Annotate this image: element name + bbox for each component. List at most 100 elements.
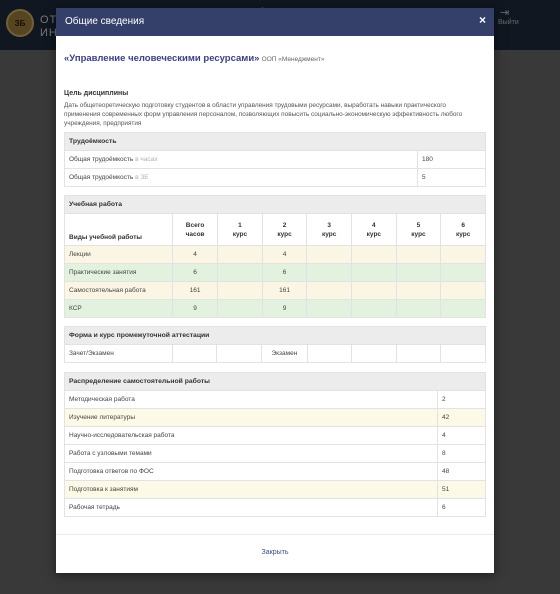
study-hours-cell [440,245,486,264]
table-row: Работа с узловыми темами 8 [64,444,486,463]
study-hours-cell: 4 [172,245,219,264]
study-column-header: 4 курс [351,213,397,246]
study-hours-cell: 9 [172,299,219,318]
course-name: «Управление человеческими ресурсами» [64,53,260,64]
table-row: Общая трудоёмкость в ЗЕ 5 [64,168,486,187]
labor-title: Трудоёмкость [64,132,486,151]
self-work-hours: 2 [437,390,486,409]
self-work-label: Изучение литературы [64,408,438,427]
table-row: Общая трудоёмкость в часах 180 [64,150,486,169]
column-header-bottom: курс [366,230,382,238]
study-hours-cell [351,281,397,300]
certification-table: Форма и курс промежуточной аттестации За… [64,326,486,363]
course-heading: «Управление человеческими ресурсами» ООП… [64,53,486,64]
column-header-top: 4 [372,221,376,229]
certification-cell [171,344,218,363]
study-hours-cell: 161 [261,281,308,300]
self-work-label: Подготовка к занятиям [64,480,438,499]
close-button[interactable]: Закрыть [262,549,289,556]
table-row: Самостоятельная работа 161 161 [63,281,486,300]
column-header-bottom: курс [232,230,248,238]
certification-cell [306,344,353,363]
study-column-header: 6 курс [440,213,486,246]
footer-divider [56,534,494,535]
column-header-top: 3 [327,221,332,229]
study-hours-cell: 4 [261,245,308,264]
column-header-bottom: курс [411,230,426,238]
study-hours-cell [217,299,263,318]
study-hours-cell [395,245,442,264]
certification-cell [216,344,262,363]
modal-title: Общие сведения [65,16,145,27]
study-column-header: Виды учебной работы [63,213,174,246]
study-column-headers: Виды учебной работы Всего часов 1 курс 2 курс 3… [63,213,486,246]
study-hours-cell [395,299,442,318]
goal-title: Цель дисциплины [64,90,129,97]
certification-cell [351,344,397,363]
study-hours-cell [351,263,397,282]
labor-unit: в часах [135,156,158,163]
labor-table: Трудоёмкость Общая трудоёмкость в часах … [64,132,486,187]
column-header-top: 2 [282,221,287,229]
column-header-bottom: курс [277,230,292,238]
study-hours-cell: 6 [261,263,308,282]
study-hours-cell [306,299,353,318]
study-title: Учебная работа [64,195,486,214]
labor-value: 180 [417,150,486,169]
study-column-header: 2 курс [261,213,308,246]
labor-label: Общая трудоёмкость [69,174,134,181]
study-hours-cell [306,245,353,264]
column-header-top: 6 [461,221,465,229]
study-hours-cell [217,263,263,282]
study-hours-cell [440,299,486,318]
study-column-header: 3 курс [306,213,353,246]
close-icon[interactable]: × [479,13,486,27]
table-row: Методическая работа 2 [64,390,486,409]
labor-label-cell: Общая трудоёмкость в часах [64,150,418,169]
modal-header: Общие сведения × [56,8,494,36]
table-row: Подготовка ответов по ФОС 48 [64,462,486,481]
column-header-top: 5 [416,221,421,229]
column-header-bottom: часов [185,230,205,238]
study-hours-cell [395,281,442,300]
modal-body: «Управление человеческими ресурсами» ООП… [56,53,494,517]
column-header-bottom: курс [322,230,337,238]
table-row: Практические занятия 6 6 [63,263,486,282]
study-type-cell: Практические занятия [63,263,174,282]
study-hours-cell: 9 [261,299,308,318]
study-table: Учебная работа Виды учебной работы Всего ч… [63,195,486,318]
table-row: КСР 9 9 [63,299,486,318]
self-work-title: Распределение самостоятельной работы [64,372,486,391]
certification-cell [395,344,442,363]
study-type-cell: Самостоятельная работа [63,281,174,300]
column-header-top: 1 [238,221,242,229]
study-hours-cell: 6 [172,263,219,282]
study-hours-cell [395,263,442,282]
course-program: ООП «Менеджмент» [261,56,325,63]
certification-title: Форма и курс промежуточной аттестации [64,326,486,345]
column-header-bottom: курс [455,230,471,238]
study-type-cell: Лекции [63,245,174,264]
labor-label-cell: Общая трудоёмкость в ЗЕ [64,168,418,187]
column-header-bottom: Виды учебной работы [69,234,142,241]
self-work-table: Распределение самостоятельной работы Мет… [64,372,486,517]
modal-footer: Закрыть [56,541,494,559]
self-work-label: Рабочая тетрадь [64,498,438,517]
table-row: Лекции 4 4 [63,245,486,264]
study-column-header: Всего часов [172,213,219,246]
labor-unit: в ЗЕ [135,174,149,181]
certification-cell: Зачет/Экзамен [64,344,173,363]
study-column-header: 5 курс [395,213,442,246]
study-hours-cell [351,245,397,264]
self-work-label: Работа с узловыми темами [64,444,438,463]
study-hours-cell: 161 [172,281,219,300]
certification-cell [440,344,486,363]
self-work-label: Методическая работа [64,390,438,409]
table-row: Зачет/Экзамен Экзамен [64,344,486,363]
self-work-hours: 42 [437,408,486,427]
table-row: Рабочая тетрадь 6 [64,498,486,517]
table-row: Научно-исследовательская работа 4 [64,426,486,445]
study-column-header: 1 курс [217,213,263,246]
study-hours-cell [440,281,486,300]
study-hours-cell [306,281,353,300]
